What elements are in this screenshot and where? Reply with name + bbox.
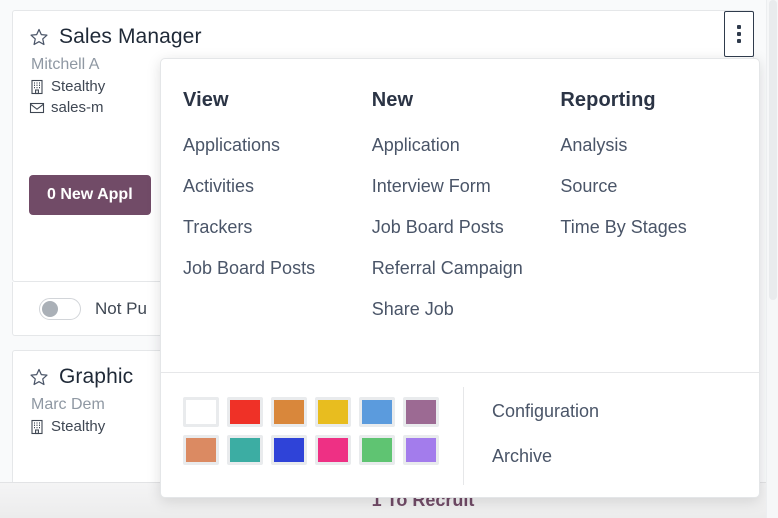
page-scrollbar[interactable]: [766, 0, 778, 518]
color-swatch-blue[interactable]: [359, 397, 395, 427]
menu-item-reporting-source[interactable]: Source: [560, 175, 759, 198]
menu-item-configuration[interactable]: Configuration: [492, 401, 759, 422]
toggle-knob: [42, 301, 58, 317]
kebab-dot-2: [737, 32, 741, 36]
menu-item-view-job-board-posts[interactable]: Job Board Posts: [183, 257, 372, 280]
menu-item-archive[interactable]: Archive: [492, 446, 759, 467]
scrollbar-thumb[interactable]: [769, 0, 777, 300]
color-swatch-red[interactable]: [227, 397, 263, 427]
color-swatch-salmon[interactable]: [183, 435, 219, 465]
column-heading-new: New: [372, 89, 561, 112]
color-swatch-green[interactable]: [359, 435, 395, 465]
app-root: Sales Manager Mitchell A Stealthy: [0, 0, 778, 518]
star-outline-icon[interactable]: [29, 367, 49, 387]
dropdown-column-new: New Application Interview Form Job Board…: [372, 89, 561, 372]
color-swatch-violet[interactable]: [403, 435, 439, 465]
kebab-menu-icon[interactable]: [724, 11, 754, 57]
color-swatch-purple[interactable]: [403, 397, 439, 427]
new-applications-button[interactable]: 0 New Appl: [29, 175, 151, 215]
card-company-label: Stealthy: [51, 418, 105, 435]
publish-toggle-label: Not Pu: [95, 299, 147, 319]
dropdown-bottom-links: Configuration Archive: [464, 373, 759, 498]
menu-item-view-trackers[interactable]: Trackers: [183, 216, 372, 239]
menu-item-reporting-analysis[interactable]: Analysis: [560, 134, 759, 157]
menu-item-new-referral-campaign[interactable]: Referral Campaign: [372, 257, 561, 280]
menu-item-new-job-board-posts[interactable]: Job Board Posts: [372, 216, 561, 239]
job-actions-dropdown-menu[interactable]: View Applications Activities Trackers Jo…: [160, 58, 760, 498]
dropdown-column-reporting: Reporting Analysis Source Time By Stages: [560, 89, 759, 372]
column-heading-view: View: [183, 89, 372, 112]
menu-item-reporting-time-by-stages[interactable]: Time By Stages: [560, 216, 759, 239]
kebab-dot-1: [737, 25, 741, 29]
card-title-row: Sales Manager: [29, 25, 737, 49]
color-swatch-no-color[interactable]: [183, 397, 219, 427]
menu-item-view-applications[interactable]: Applications: [183, 134, 372, 157]
star-outline-icon[interactable]: [29, 27, 49, 47]
dropdown-bottom-section: Configuration Archive: [161, 373, 759, 498]
menu-item-new-application[interactable]: Application: [372, 134, 561, 157]
menu-item-new-share-job[interactable]: Share Job: [372, 298, 561, 321]
menu-item-new-interview-form[interactable]: Interview Form: [372, 175, 561, 198]
page-title: Graphic: [59, 365, 133, 389]
color-picker-row-1: [183, 397, 463, 427]
kebab-dot-3: [737, 39, 741, 43]
column-heading-reporting: Reporting: [560, 89, 759, 112]
card-email-label: sales-m: [51, 99, 104, 116]
color-swatch-teal[interactable]: [227, 435, 263, 465]
menu-item-view-activities[interactable]: Activities: [183, 175, 372, 198]
page-title: Sales Manager: [59, 25, 202, 49]
building-icon: [29, 419, 45, 435]
color-picker-row-2: [183, 435, 463, 465]
envelope-icon: [29, 100, 45, 116]
color-picker: [161, 373, 463, 498]
color-swatch-indigo[interactable]: [271, 435, 307, 465]
publish-toggle-switch[interactable]: [39, 298, 81, 320]
color-swatch-pink[interactable]: [315, 435, 351, 465]
color-swatch-orange[interactable]: [271, 397, 307, 427]
dropdown-columns: View Applications Activities Trackers Jo…: [161, 59, 759, 372]
card-company-label: Stealthy: [51, 78, 105, 95]
dropdown-column-view: View Applications Activities Trackers Jo…: [183, 89, 372, 372]
color-swatch-yellow[interactable]: [315, 397, 351, 427]
building-icon: [29, 79, 45, 95]
